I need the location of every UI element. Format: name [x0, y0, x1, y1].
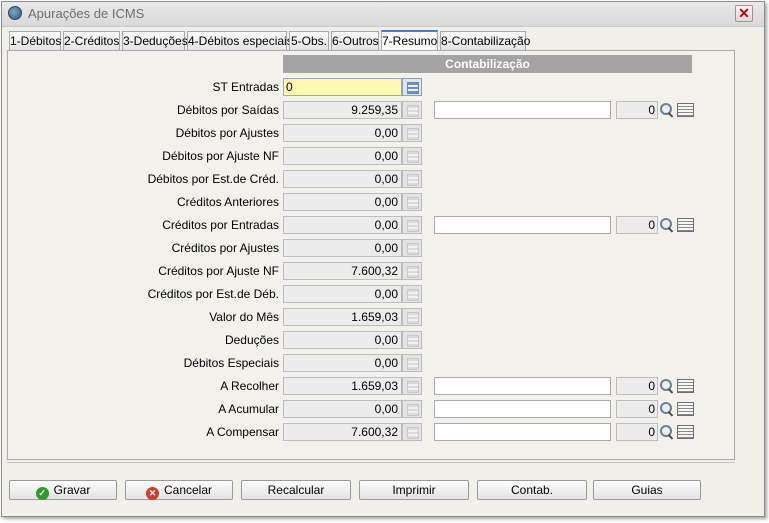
cancel-icon: ✕	[145, 487, 159, 500]
st-entradas-field[interactable]: 0	[283, 78, 402, 96]
tab-resumo[interactable]: 7-Resumo	[381, 30, 438, 51]
row-label: Débitos por Saídas	[176, 103, 279, 117]
footer-divider	[7, 462, 735, 463]
tab-creditos[interactable]: 2-Créditos	[63, 31, 120, 51]
search-icon[interactable]	[659, 377, 675, 395]
gravar-label: Gravar	[53, 483, 91, 497]
tab-debitos-especiais[interactable]: 4-Débitos especiais	[187, 31, 293, 51]
value-field[interactable]: 0,00	[283, 285, 402, 303]
calculator-icon[interactable]	[402, 193, 422, 211]
title-bar: Apurações de ICMS ✕	[2, 2, 764, 27]
row-label: Valor do Mês	[209, 310, 279, 324]
account-number-field[interactable]: 0	[616, 216, 658, 234]
row-label: Créditos por Ajuste NF	[158, 264, 279, 278]
cancelar-label: Cancelar	[163, 483, 213, 497]
calculator-icon[interactable]	[402, 101, 422, 119]
list-icon[interactable]	[677, 218, 694, 232]
search-icon[interactable]	[659, 216, 675, 234]
row-label: A Acumular	[218, 402, 279, 416]
tab-obs[interactable]: 5-Obs.	[289, 31, 329, 51]
check-icon: ✓	[35, 487, 49, 500]
section-header: Contabilização	[283, 55, 692, 73]
account-text-field[interactable]	[434, 423, 611, 441]
row-label: ST Entradas	[212, 80, 279, 94]
value-field[interactable]: 0,00	[283, 354, 402, 372]
account-number-field[interactable]: 0	[616, 101, 658, 119]
contab-button[interactable]: Contab.	[477, 480, 587, 500]
account-number-field[interactable]: 0	[616, 423, 658, 441]
calculator-icon[interactable]	[402, 78, 422, 96]
search-icon[interactable]	[659, 423, 675, 441]
tab-debitos[interactable]: 1-Débitos	[9, 31, 61, 51]
account-text-field[interactable]	[434, 377, 611, 395]
row-label: Créditos Anteriores	[176, 195, 279, 209]
calculator-icon[interactable]	[402, 285, 422, 303]
account-number-field[interactable]: 0	[616, 400, 658, 418]
gravar-button[interactable]: ✓ Gravar	[9, 480, 117, 500]
account-text-field[interactable]	[434, 216, 611, 234]
account-text-field[interactable]	[434, 101, 611, 119]
value-field[interactable]: 0,00	[283, 170, 402, 188]
calculator-icon[interactable]	[402, 124, 422, 142]
row-label: Créditos por Ajustes	[171, 241, 279, 255]
row-label: Débitos Especiais	[183, 356, 279, 370]
list-icon[interactable]	[677, 425, 694, 439]
value-field[interactable]: 0,00	[283, 124, 402, 142]
row-label: A Compensar	[206, 425, 279, 439]
row-label: Créditos por Est.de Déb.	[147, 287, 279, 301]
calculator-icon[interactable]	[402, 170, 422, 188]
calculator-icon[interactable]	[402, 308, 422, 326]
calculator-icon[interactable]	[402, 216, 422, 234]
app-icon	[8, 6, 22, 20]
calculator-icon[interactable]	[402, 147, 422, 165]
row-label: Créditos por Entradas	[162, 218, 279, 232]
row-label: Débitos por Ajuste NF	[162, 149, 279, 163]
a-compensar-field[interactable]: 7.600,32	[283, 423, 402, 441]
calculator-icon[interactable]	[402, 239, 422, 257]
calculator-icon[interactable]	[402, 262, 422, 280]
list-icon[interactable]	[677, 402, 694, 416]
calculator-icon[interactable]	[402, 377, 422, 395]
list-icon[interactable]	[677, 103, 694, 117]
value-field[interactable]: 0,00	[283, 193, 402, 211]
row-label: Débitos por Ajustes	[175, 126, 279, 140]
value-field[interactable]: 7.600,32	[283, 262, 402, 280]
value-field[interactable]: 0,00	[283, 147, 402, 165]
tab-contabilizacao[interactable]: 8-Contabilização	[440, 31, 530, 51]
account-number-field[interactable]: 0	[616, 377, 658, 395]
calculator-icon[interactable]	[402, 400, 422, 418]
calculator-icon[interactable]	[402, 423, 422, 441]
guias-button[interactable]: Guias	[593, 480, 701, 500]
a-recolher-field[interactable]: 1.659,03	[283, 377, 402, 395]
imprimir-button[interactable]: Imprimir	[359, 480, 469, 500]
cancelar-button[interactable]: ✕ Cancelar	[125, 480, 233, 500]
value-field[interactable]: 0,00	[283, 331, 402, 349]
value-field[interactable]: 0,00	[283, 239, 402, 257]
window-title: Apurações de ICMS	[28, 6, 145, 21]
row-label: A Recolher	[220, 379, 279, 393]
tab-deducoes[interactable]: 3-Deduções	[122, 31, 188, 51]
calculator-icon[interactable]	[402, 331, 422, 349]
calculator-icon[interactable]	[402, 354, 422, 372]
tab-outros[interactable]: 6-Outros	[331, 31, 379, 51]
account-text-field[interactable]	[434, 400, 611, 418]
search-icon[interactable]	[659, 400, 675, 418]
debitos-saidas-field[interactable]: 9.259,35	[283, 101, 402, 119]
creditos-entradas-field[interactable]: 0,00	[283, 216, 402, 234]
row-label: Débitos por Est.de Créd.	[147, 172, 279, 186]
a-acumular-field[interactable]: 0,00	[283, 400, 402, 418]
close-button[interactable]: ✕	[735, 5, 753, 22]
search-icon[interactable]	[659, 101, 675, 119]
value-field[interactable]: 1.659,03	[283, 308, 402, 326]
recalcular-button[interactable]: Recalcular	[241, 480, 351, 500]
row-label: Deduções	[224, 333, 279, 347]
list-icon[interactable]	[677, 379, 694, 393]
